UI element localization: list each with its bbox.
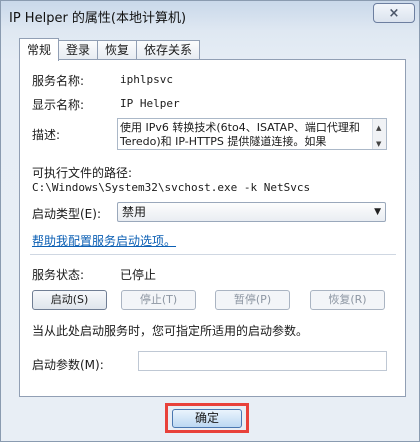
description-label: 描述: <box>32 128 61 142</box>
start-params-label: 启动参数(M): <box>32 358 104 372</box>
general-panel: 服务名称: iphlpsvc 显示名称: IP Helper 描述: 使用 IP… <box>19 59 406 397</box>
service-name-value: iphlpsvc <box>120 73 173 86</box>
display-name-value: IP Helper <box>120 97 180 110</box>
display-name-label: 显示名称: <box>32 98 85 112</box>
pause-button[interactable]: 暂停(P) <box>215 290 290 310</box>
startup-type-value: 禁用 <box>122 205 147 219</box>
properties-dialog: IP Helper 的属性(本地计算机) × 常规 登录 恢复 依存关系 服务名… <box>0 0 420 442</box>
tab-dependencies[interactable]: 依存关系 <box>136 40 201 60</box>
service-name-label: 服务名称: <box>32 74 85 88</box>
exec-path-value: C:\Windows\System32\svchost.exe -k NetSv… <box>32 181 311 194</box>
scroll-up-icon[interactable]: ▲ <box>376 121 381 135</box>
service-status-label: 服务状态: <box>32 268 85 282</box>
exec-path-label: 可执行文件的路径: <box>32 166 133 180</box>
help-configure-link[interactable]: 帮助我配置服务启动选项。 <box>32 232 176 249</box>
window-title: IP Helper 的属性(本地计算机) <box>9 11 187 26</box>
tab-strip: 常规 登录 恢复 依存关系 <box>19 38 201 61</box>
title-bar: IP Helper 的属性(本地计算机) × <box>1 1 419 31</box>
ok-highlight: 确定 <box>165 403 249 433</box>
scroll-down-icon[interactable]: ▼ <box>376 137 381 149</box>
startup-type-select[interactable]: 禁用 ▼ <box>117 202 386 222</box>
start-button[interactable]: 启动(S) <box>32 290 107 310</box>
startup-type-label: 启动类型(E): <box>32 207 101 221</box>
tab-general[interactable]: 常规 <box>19 38 60 61</box>
stop-button[interactable]: 停止(T) <box>121 290 196 310</box>
start-hint-text: 当从此处启动服务时，您可指定所适用的启动参数。 <box>32 324 309 338</box>
resume-button[interactable]: 恢复(R) <box>310 290 385 310</box>
description-value: 使用 IPv6 转换技术(6to4、ISATAP、端口代理和 Teredo)和 … <box>120 121 360 148</box>
service-status-value: 已停止 <box>120 268 157 282</box>
description-textbox[interactable]: 使用 IPv6 转换技术(6to4、ISATAP、端口代理和 Teredo)和 … <box>117 118 387 150</box>
ok-button[interactable]: 确定 <box>172 409 242 428</box>
tab-recovery[interactable]: 恢复 <box>97 40 138 60</box>
start-params-input[interactable] <box>138 351 387 371</box>
close-button[interactable]: × <box>373 3 415 23</box>
close-icon: × <box>388 5 400 21</box>
tab-logon[interactable]: 登录 <box>58 40 99 60</box>
divider <box>30 254 396 255</box>
description-scrollbar[interactable]: ▲ ▼ <box>372 119 386 149</box>
chevron-down-icon: ▼ <box>374 207 381 217</box>
